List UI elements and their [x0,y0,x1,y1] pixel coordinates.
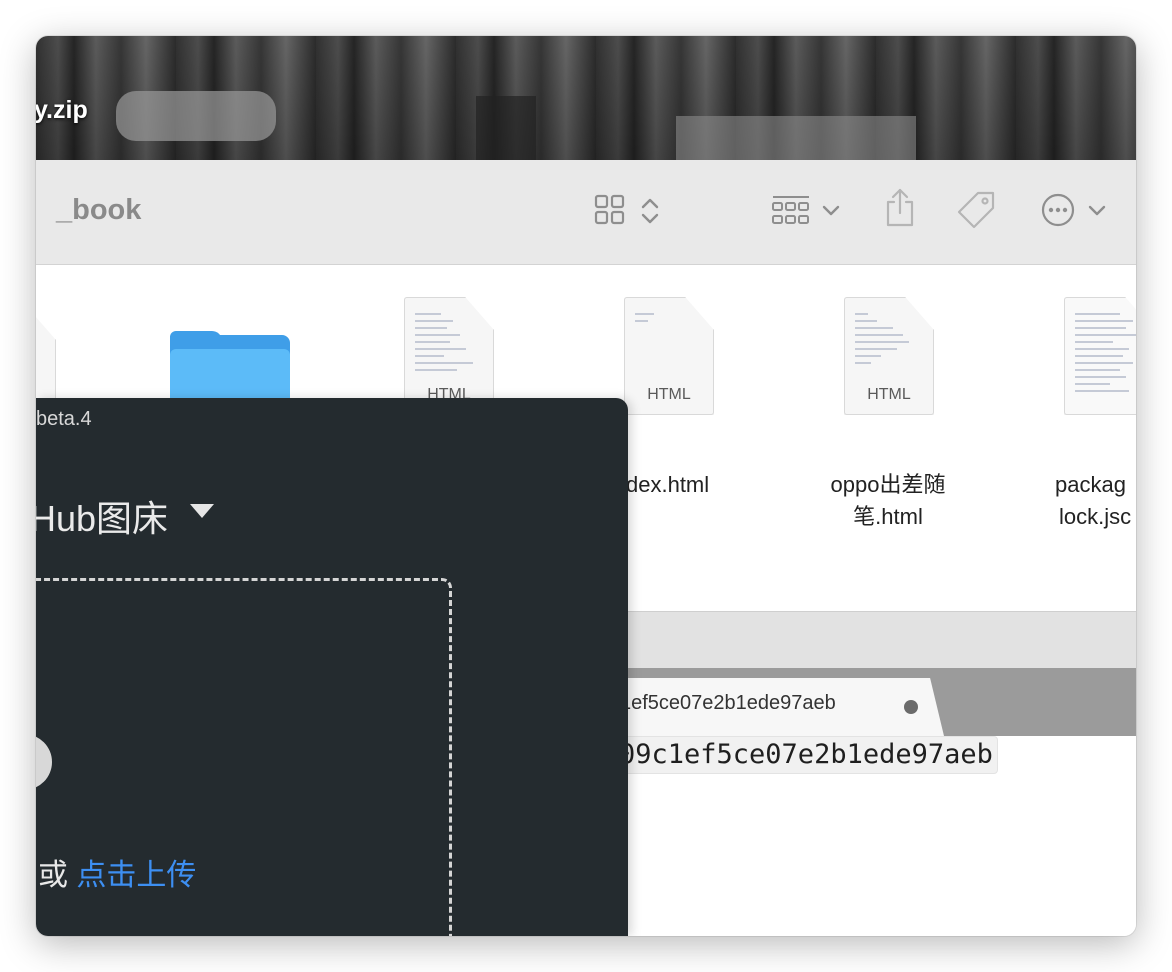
chevron-down-icon[interactable] [822,204,840,222]
wallpaper-detail [676,116,916,160]
html-file-icon[interactable]: HTML [844,297,934,415]
editor-tab-label[interactable]: 1ef5ce07e2b1ede97aeb [620,692,836,715]
file-name-line2[interactable]: 笔.html [808,501,968,533]
grid-view-icon[interactable] [594,194,626,231]
wallpaper-detail [476,96,536,160]
tag-icon[interactable] [956,190,996,235]
caret-down-icon[interactable] [190,504,214,518]
wallpaper-detail [116,91,276,141]
file-name-line2[interactable]: lock.jsc [1059,501,1136,533]
sort-arrows-icon[interactable] [640,196,660,231]
upload-hint: 或 点击上传 [38,850,196,894]
desktop-wallpaper [36,36,1136,160]
inline-code-hash: 09c1ef5ce07e2b1ede97aeb [614,736,998,774]
click-upload-link[interactable]: 点击上传 [76,859,196,892]
file-type-label: HTML [867,386,911,403]
window-title: _book [56,194,142,226]
file-name[interactable]: dex.html [626,469,736,501]
unsaved-dot-icon[interactable] [904,700,918,714]
image-bed-selector[interactable]: Hub图床 [36,490,168,542]
group-by-icon[interactable] [772,194,810,233]
upload-hint-prefix: 或 [38,859,68,892]
version-label: beta.4 [36,408,92,430]
finder-toolbar: _book [36,160,1136,265]
share-icon[interactable] [884,188,916,233]
file-name-line1[interactable]: packag [1055,469,1136,501]
more-options-icon[interactable] [1040,192,1076,233]
html-file-icon[interactable]: HTML [624,297,714,415]
desktop-file-label[interactable]: y.zip [36,96,88,125]
upload-panel: beta.4 Hub图床 或 点击上传 [36,398,628,936]
finder-window: y.zip _book HTML HTML dex.html HTML oppo… [36,36,1136,936]
file-name-line1[interactable]: oppo出差随 [808,469,968,501]
chevron-down-icon[interactable] [1088,204,1106,222]
json-file-icon[interactable] [1064,297,1136,415]
file-type-label: HTML [647,386,691,403]
